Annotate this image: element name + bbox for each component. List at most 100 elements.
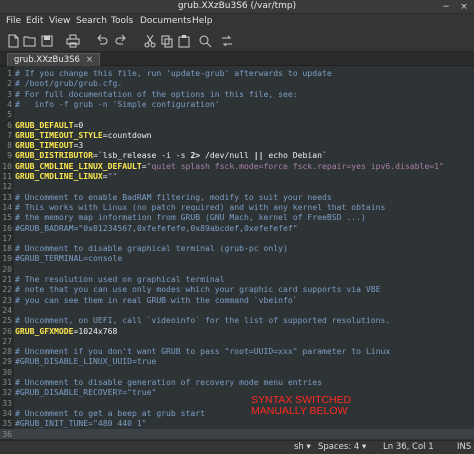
menu-view[interactable]: View — [49, 16, 70, 26]
line-number: 21 — [2, 274, 12, 284]
open-icon[interactable] — [23, 34, 37, 48]
title-bar: grub.XXzBu3S6 (/var/tmp) − × — [0, 0, 474, 14]
code-line[interactable]: 6 GRUB_DEFAULT=0 — [0, 120, 474, 130]
tab-document[interactable]: grub.XXzBu3S6 × — [7, 53, 101, 66]
code-line[interactable]: 33 — [0, 398, 474, 408]
find-icon[interactable] — [198, 34, 212, 48]
code-line[interactable]: 18 # Uncomment to disable graphical termi… — [0, 243, 474, 253]
line-number: 26 — [2, 325, 12, 336]
minimize-icon[interactable]: − — [440, 1, 452, 13]
line-number: 35 — [2, 418, 12, 429]
language-selector[interactable]: sh ▾ — [294, 442, 311, 452]
copy-icon[interactable] — [160, 34, 174, 48]
code-line[interactable]: 1 # If you change this file, run 'update-… — [0, 68, 474, 78]
code-text: GRUB_TIMEOUT=3 — [15, 140, 84, 151]
code-text: #GRUB_DISABLE_RECOVERY="true" — [15, 387, 157, 398]
menu-edit[interactable]: Edit — [26, 16, 43, 26]
status-bar: sh ▾ Spaces: 4 ▾ Ln 36, Col 1 INS — [0, 440, 474, 454]
code-line[interactable]: 24 — [0, 305, 474, 315]
code-line[interactable]: 12 — [0, 181, 474, 191]
cursor-position: Ln 36, Col 1 — [383, 442, 434, 452]
print-icon[interactable] — [66, 34, 80, 48]
code-line[interactable]: 4 # info -f grub -n 'Simple configuration… — [0, 99, 474, 109]
code-line[interactable]: 2 # /boot/grub/grub.cfg. — [0, 78, 474, 88]
line-number: 16 — [2, 222, 12, 233]
code-editor[interactable]: 1 # If you change this file, run 'update-… — [0, 66, 474, 440]
replace-icon[interactable] — [220, 34, 234, 48]
code-line[interactable]: 17 — [0, 233, 474, 243]
line-number: 6 — [7, 119, 12, 130]
code-line[interactable]: 23 # you can see them in real GRUB with t… — [0, 295, 474, 305]
code-text: # Uncomment if you don't want GRUB to pa… — [15, 346, 391, 357]
code-line[interactable]: 35 #GRUB_INIT_TUNE="480 440 1" — [0, 418, 474, 428]
new-document-icon[interactable] — [6, 34, 20, 48]
code-text: # The resolution used on graphical termi… — [15, 274, 225, 284]
code-line[interactable]: 31 # Uncomment to disable generation of r… — [0, 377, 474, 387]
code-line[interactable]: 29 #GRUB_DISABLE_LINUX_UUID=true — [0, 356, 474, 366]
code-line[interactable]: 14 # This works with Linux (no patch requ… — [0, 202, 474, 212]
code-line[interactable]: 8 GRUB_TIMEOUT=3 — [0, 140, 474, 150]
menu-bar: File Edit View Search Tools Documents He… — [0, 14, 474, 30]
line-number: 3 — [7, 88, 12, 99]
code-line[interactable]: 36 — [0, 428, 474, 439]
line-number: 5 — [7, 109, 12, 120]
code-text: #GRUB_BADRAM="0x01234567,0xfefefefe,0x89… — [15, 222, 298, 233]
code-line[interactable]: 11 GRUB_CMDLINE_LINUX="" — [0, 171, 474, 181]
code-line[interactable]: 5 — [0, 109, 474, 119]
code-line[interactable]: 32 #GRUB_DISABLE_RECOVERY="true" — [0, 387, 474, 397]
code-line[interactable]: 7 GRUB_TIMEOUT_STYLE=countdown — [0, 130, 474, 140]
code-text: # Uncomment to disable graphical termina… — [15, 243, 288, 254]
redo-icon[interactable] — [114, 34, 128, 48]
code-line[interactable]: 28 # Uncomment if you don't want GRUB to … — [0, 346, 474, 356]
line-number: 25 — [2, 315, 12, 326]
line-number: 13 — [2, 191, 12, 202]
code-line[interactable]: 21 # The resolution used on graphical ter… — [0, 274, 474, 284]
code-text: # you can see them in real GRUB with the… — [15, 294, 298, 305]
line-number: 1 — [7, 68, 12, 78]
code-text: # Uncomment to enable BadRAM filtering, … — [15, 191, 332, 202]
code-line[interactable]: 16 #GRUB_BADRAM="0x01234567,0xfefefefe,0x… — [0, 223, 474, 233]
code-line[interactable]: 22 # note that you can use only modes whi… — [0, 284, 474, 294]
code-line[interactable]: 19 #GRUB_TERMINAL=console — [0, 253, 474, 263]
code-text: # If you change this file, run 'update-g… — [15, 68, 332, 78]
line-number: 4 — [7, 98, 12, 109]
code-line[interactable]: 26 GRUB_GFXMODE=1024x768 — [0, 326, 474, 336]
indent-selector[interactable]: Spaces: 4 ▾ — [318, 442, 366, 452]
close-icon[interactable]: × — [458, 1, 470, 13]
code-text: GRUB_CMDLINE_LINUX="" — [15, 171, 118, 181]
code-line[interactable]: 13 # Uncomment to enable BadRAM filtering… — [0, 192, 474, 202]
undo-icon[interactable] — [95, 34, 109, 48]
line-number: 20 — [2, 263, 12, 274]
cut-icon[interactable] — [143, 34, 157, 48]
code-text: GRUB_TIMEOUT_STYLE=countdown — [15, 129, 152, 140]
code-text: # /boot/grub/grub.cfg. — [15, 78, 123, 89]
code-line[interactable]: 25 # Uncomment, on UEFI, call `videoinfo`… — [0, 315, 474, 325]
code-line[interactable]: 30 — [0, 367, 474, 377]
line-number: 31 — [2, 377, 12, 387]
code-text: # info -f grub -n 'Simple configuration' — [15, 98, 220, 109]
line-number: 29 — [2, 356, 12, 367]
line-number: 7 — [7, 129, 12, 140]
code-line[interactable]: 3 # For full documentation of the options… — [0, 89, 474, 99]
menu-file[interactable]: File — [6, 16, 21, 26]
code-line[interactable]: 9 GRUB_DISTRIBUTOR=`lsb_release -i -s 2> … — [0, 150, 474, 160]
menu-tools[interactable]: Tools — [111, 16, 133, 26]
paste-icon[interactable] — [177, 34, 191, 48]
menu-search[interactable]: Search — [76, 16, 107, 26]
code-line[interactable]: 20 — [0, 264, 474, 274]
code-text: GRUB_DEFAULT=0 — [15, 119, 84, 130]
line-number: 33 — [2, 397, 12, 408]
code-line[interactable]: 10 GRUB_CMDLINE_LINUX_DEFAULT="quiet spla… — [0, 161, 474, 171]
tab-close-icon[interactable]: × — [86, 55, 93, 65]
code-line[interactable]: 15 # the memory map information from GRUB… — [0, 212, 474, 222]
menu-help[interactable]: Help — [192, 16, 213, 26]
menu-documents[interactable]: Documents — [140, 16, 191, 26]
save-icon[interactable] — [40, 34, 54, 48]
tab-label: grub.XXzBu3S6 — [14, 55, 80, 65]
code-line[interactable]: 34 # Uncomment to get a beep at grub star… — [0, 408, 474, 418]
line-number: 36 — [2, 428, 12, 439]
line-number: 17 — [2, 232, 12, 243]
tab-bar: grub.XXzBu3S6 × — [0, 52, 474, 66]
code-text: # For full documentation of the options … — [15, 88, 298, 99]
code-line[interactable]: 27 — [0, 336, 474, 346]
